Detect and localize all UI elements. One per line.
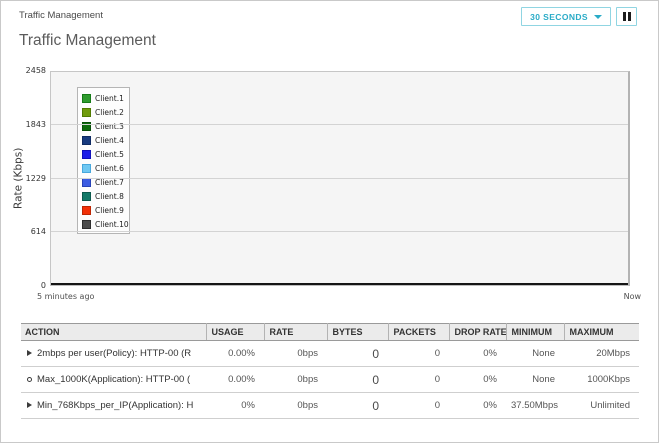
legend-color-swatch [82, 121, 91, 131]
legend-series-label: Client.5 [95, 149, 124, 159]
legend-item: Client.5 [82, 147, 125, 161]
legend-item: Client.10 [82, 217, 129, 231]
gridline [51, 177, 628, 179]
column-header-minimum[interactable]: MINIMUM [506, 323, 565, 341]
legend-series-label: Client.2 [95, 107, 124, 117]
usage-cell: 0.00% [206, 340, 264, 367]
gridline [51, 230, 628, 232]
y-tick-label: 1229 [25, 173, 46, 183]
legend-series-label: Client.10 [95, 219, 129, 229]
legend-color-swatch [82, 205, 91, 215]
packets-cell: 0 [388, 366, 449, 393]
legend-series-label: Client.7 [95, 177, 124, 187]
drop-rate-cell: 0% [449, 392, 506, 419]
legend-item: Client.9 [82, 203, 125, 217]
legend-item: Client.1 [82, 91, 125, 105]
action-cell[interactable]: Min_768Kbps_per_IP(Application): H [21, 392, 206, 419]
y-tick-label: 614 [30, 227, 46, 237]
plot-area: Client.1 Client.2 Client.3 Client.4 Client.5… [50, 71, 630, 286]
y-tick-label: 1843 [25, 119, 46, 129]
usage-cell: 0% [206, 392, 264, 419]
legend-color-swatch [82, 163, 91, 173]
drop-rate-cell: 0% [449, 366, 506, 393]
gridline [51, 124, 628, 126]
bytes-cell: 0 [327, 340, 388, 367]
legend-color-swatch [82, 177, 91, 187]
drop-rate-cell: 0% [449, 340, 506, 367]
action-label: Max_1000K(Application): HTTP-00 ( [37, 374, 191, 385]
expand-triangle-icon[interactable] [27, 350, 32, 357]
rate-cell: 0bps [264, 340, 327, 367]
legend-series-label: Client.3 [95, 121, 124, 131]
traffic-management-page: Traffic Management 30 SECONDS Traffic Ma… [0, 0, 659, 443]
x-axis-label-right: Now [623, 292, 641, 301]
expand-circle-icon[interactable] [27, 376, 32, 382]
minimum-cell: None [506, 340, 564, 367]
action-label: Min_768Kbps_per_IP(Application): H [37, 400, 194, 411]
minimum-cell: 37.50Mbps [506, 392, 564, 419]
legend-item: Client.8 [82, 189, 125, 203]
legend-series-label: Client.4 [95, 135, 124, 145]
column-header-rate[interactable]: RATE [264, 323, 328, 341]
column-header-action[interactable]: ACTION [21, 323, 207, 341]
maximum-cell: 20Mbps [564, 340, 639, 367]
usage-cell: 0.00% [206, 366, 264, 393]
legend-item: Client.4 [82, 133, 125, 147]
column-header-packets[interactable]: PACKETS [388, 323, 450, 341]
y-tick-label: 2458 [25, 66, 46, 75]
rate-cell: 0bps [264, 392, 327, 419]
column-header-maximum[interactable]: MAXIMUM [564, 323, 639, 341]
legend-item: Client.3 [82, 119, 125, 133]
legend-color-swatch [82, 219, 91, 229]
expand-triangle-icon[interactable] [27, 402, 32, 409]
bytes-cell: 0 [327, 392, 388, 419]
chart-legend: Client.1 Client.2 Client.3 Client.4 Client.5… [77, 87, 130, 234]
rate-cell: 0bps [264, 366, 327, 393]
table-header: ACTION USAGE RATE BYTES PACKETS DROP RATE MINI… [21, 323, 639, 341]
chart: Rate (Kbps) Client.1 Client.2 Client.3 Clie… [1, 1, 658, 311]
legend-series-label: Client.1 [95, 93, 124, 103]
column-header-drop-rate[interactable]: DROP RATE [449, 323, 507, 341]
action-cell[interactable]: 2mbps per user(Policy): HTTP-00 (R [21, 340, 206, 367]
zero-rate-series-line [51, 283, 628, 285]
table-row[interactable]: Min_768Kbps_per_IP(Application): H 0% 0bps… [21, 392, 639, 419]
legend-color-swatch [82, 149, 91, 159]
legend-color-swatch [82, 191, 91, 201]
column-header-bytes[interactable]: BYTES [327, 323, 389, 341]
bytes-cell: 0 [327, 366, 388, 393]
packets-cell: 0 [388, 392, 449, 419]
legend-color-swatch [82, 107, 91, 117]
maximum-cell: 1000Kbps [564, 366, 639, 393]
action-label: 2mbps per user(Policy): HTTP-00 (R [37, 348, 192, 359]
legend-series-label: Client.9 [95, 205, 124, 215]
minimum-cell: None [506, 366, 564, 393]
legend-color-swatch [82, 93, 91, 103]
legend-item: Client.6 [82, 161, 125, 175]
legend-color-swatch [82, 135, 91, 145]
legend-series-label: Client.8 [95, 191, 124, 201]
column-header-usage[interactable]: USAGE [206, 323, 265, 341]
table-row[interactable]: Max_1000K(Application): HTTP-00 ( 0.00% 0b… [21, 366, 639, 393]
maximum-cell: Unlimited [564, 392, 639, 419]
packets-cell: 0 [388, 340, 449, 367]
table-row[interactable]: 2mbps per user(Policy): HTTP-00 (R 0.00% 0… [21, 340, 639, 367]
legend-series-label: Client.6 [95, 163, 124, 173]
traffic-actions-table: ACTION USAGE RATE BYTES PACKETS DROP RATE MINI… [21, 323, 639, 419]
action-cell[interactable]: Max_1000K(Application): HTTP-00 ( [21, 366, 206, 393]
y-tick-label: 0 [40, 281, 46, 290]
legend-item: Client.2 [82, 105, 125, 119]
